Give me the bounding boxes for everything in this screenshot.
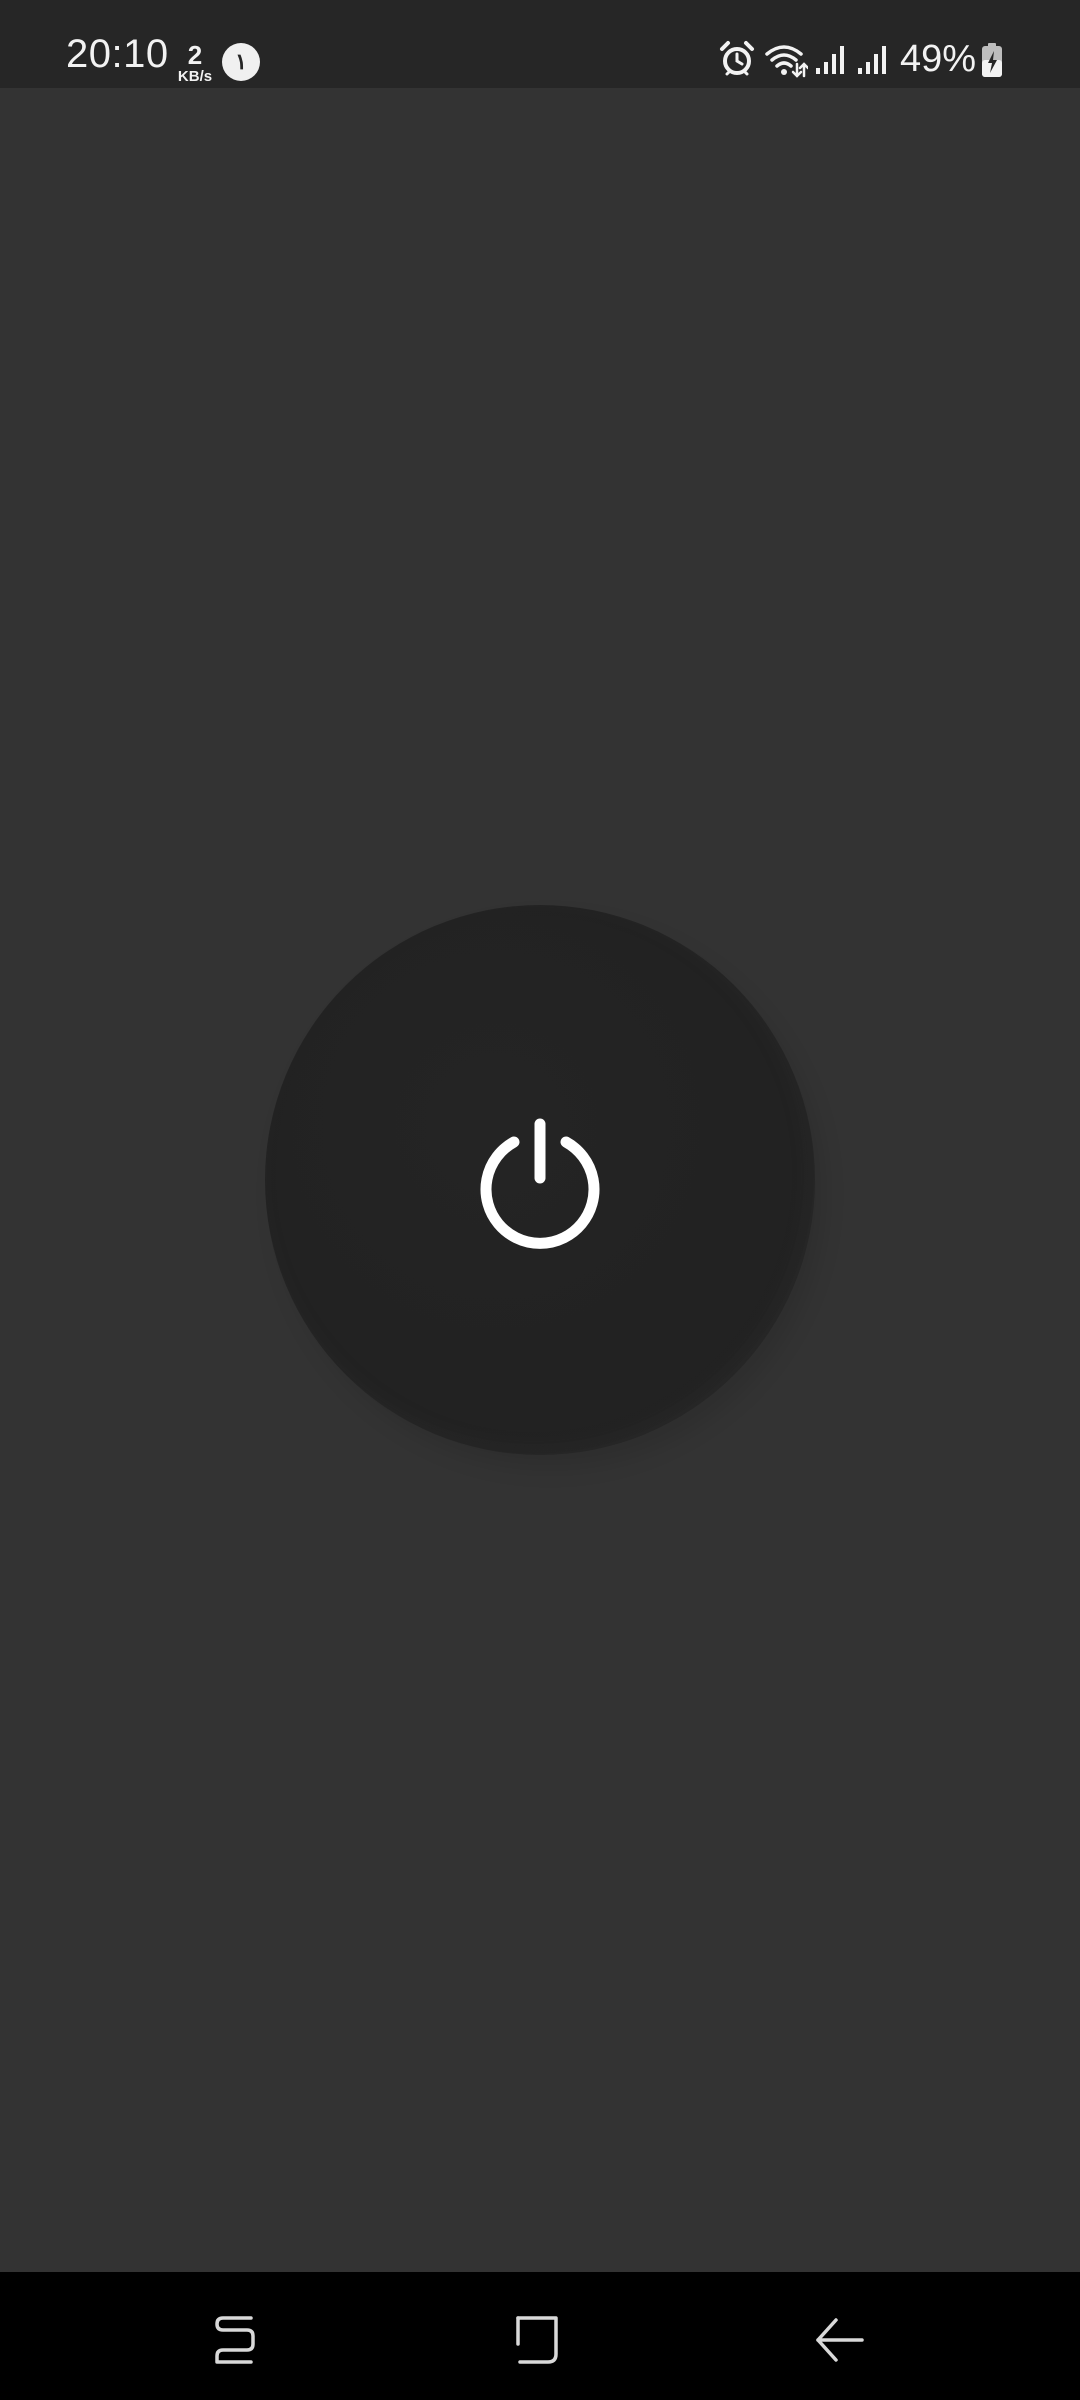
back-button[interactable] [790,2300,890,2380]
network-speed-unit: KB/s [177,68,213,85]
network-speed-value: 2 [187,40,203,70]
app-screen: 20:10 2 KB/s ١ 49% [0,0,1080,2400]
battery-percent: 49% [900,38,977,80]
navigation-bar [0,2272,1080,2400]
status-bar: 20:10 2 KB/s ١ 49% [0,0,1080,88]
signal-icon [816,46,844,74]
signal-icon-2 [858,46,886,74]
recents-button[interactable] [185,2300,285,2380]
back-icon [816,2318,864,2362]
power-icon [480,1118,600,1249]
notification-badge: ١ [222,43,260,81]
recents-icon [215,2316,255,2364]
alarm-icon [720,41,754,76]
status-time: 20:10 [66,32,169,76]
network-speed: 2 KB/s [172,42,218,84]
battery-charging-icon [982,43,1002,77]
home-icon [516,2316,558,2364]
home-button[interactable] [488,2300,588,2380]
wifi-icon [765,45,808,78]
